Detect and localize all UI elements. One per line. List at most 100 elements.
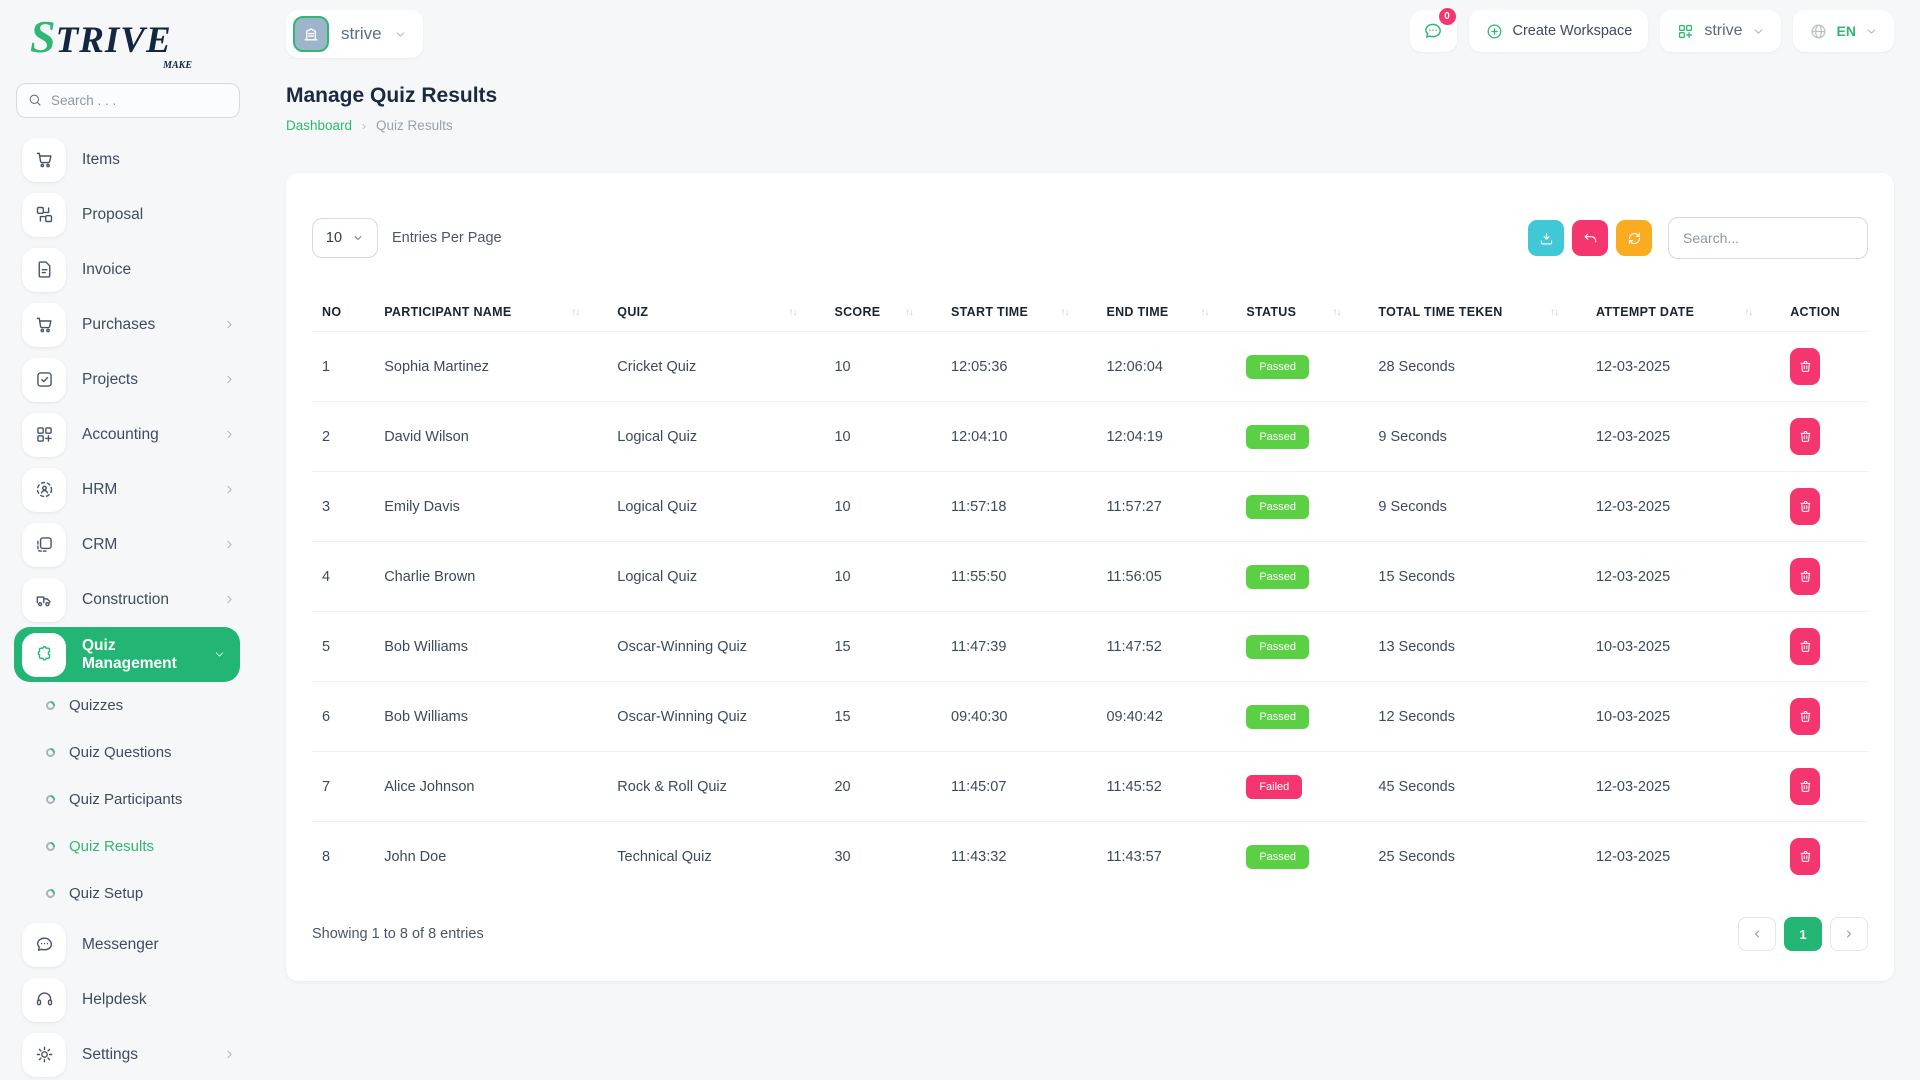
- language-selector[interactable]: EN: [1793, 10, 1894, 52]
- sidebar-item-label: Accounting: [82, 426, 159, 444]
- status-badge: Passed: [1246, 635, 1309, 659]
- sidebar-search-input[interactable]: [16, 83, 240, 118]
- sort-icon[interactable]: ↑↓: [571, 307, 579, 318]
- sidebar-item-helpdesk[interactable]: Helpdesk: [0, 972, 256, 1027]
- cell-start: 11:47:39: [941, 612, 1096, 682]
- workspace-selector[interactable]: strive: [286, 10, 423, 58]
- topbar: strive 0 Create Workspace strive: [256, 0, 1920, 58]
- sidebar-subitem-quiz-results[interactable]: Quiz Results: [0, 823, 256, 870]
- table-header: NOPARTICIPANT NAME↑↓QUIZ↑↓SCORE↑↓START T…: [312, 293, 1868, 332]
- cell-action: [1780, 332, 1868, 402]
- delete-row-button[interactable]: [1790, 418, 1820, 455]
- sidebar-item-settings[interactable]: Settings: [0, 1027, 256, 1080]
- cell-time-taken: 25 Seconds: [1368, 822, 1586, 892]
- delete-row-button[interactable]: [1790, 838, 1820, 875]
- sidebar-nav: ItemsProposal Invoice PurchasesProjects Acc…: [0, 128, 256, 1080]
- sidebar-item-quiz-management[interactable]: Quiz Management: [14, 627, 240, 682]
- sort-icon[interactable]: ↑↓: [905, 307, 913, 318]
- column-header-label: ATTEMPT DATE: [1596, 305, 1694, 319]
- breadcrumb-dashboard-link[interactable]: Dashboard: [286, 118, 352, 133]
- sidebar-subitem-quiz-questions[interactable]: Quiz Questions: [0, 729, 256, 776]
- chat-button[interactable]: 0: [1410, 10, 1457, 52]
- cell-name: David Wilson: [374, 402, 607, 472]
- cell-time-taken: 15 Seconds: [1368, 542, 1586, 612]
- cell-start: 12:05:36: [941, 332, 1096, 402]
- cell-status: Passed: [1236, 822, 1368, 892]
- sort-icon[interactable]: ↑↓: [1200, 307, 1208, 318]
- cell-start: 11:45:07: [941, 752, 1096, 822]
- sort-icon[interactable]: ↑↓: [1332, 307, 1340, 318]
- chevron-right-icon: [223, 593, 236, 606]
- delete-row-button[interactable]: [1790, 558, 1820, 595]
- cell-score: 15: [824, 682, 941, 752]
- column-header-action: ACTION: [1780, 293, 1868, 332]
- delete-row-button[interactable]: [1790, 698, 1820, 735]
- table-body: 1Sophia MartinezCricket Quiz1012:05:3612…: [312, 332, 1868, 892]
- refresh-button[interactable]: [1616, 220, 1652, 256]
- sidebar-subitem-quiz-setup[interactable]: Quiz Setup: [0, 870, 256, 917]
- sort-icon[interactable]: ↑↓: [1744, 307, 1752, 318]
- pagination-next-button[interactable]: [1830, 917, 1868, 951]
- sidebar-item-invoice[interactable]: Invoice: [0, 242, 256, 297]
- status-badge: Passed: [1246, 495, 1309, 519]
- grid-plus-icon: [1676, 22, 1695, 41]
- app-logo[interactable]: STRIVE MAKE: [0, 10, 220, 71]
- cell-name: John Doe: [374, 822, 607, 892]
- sidebar-item-purchases[interactable]: Purchases: [0, 297, 256, 352]
- cell-attempt-date: 10-03-2025: [1586, 612, 1780, 682]
- cell-quiz: Technical Quiz: [607, 822, 824, 892]
- cell-quiz: Cricket Quiz: [607, 332, 824, 402]
- sidebar-item-projects[interactable]: Projects: [0, 352, 256, 407]
- sidebar-item-messenger[interactable]: Messenger: [0, 917, 256, 972]
- sidebar-item-accounting[interactable]: Accounting: [0, 407, 256, 462]
- entries-per-page-label: Entries Per Page: [392, 230, 502, 246]
- sidebar-subitem-quiz-participants[interactable]: Quiz Participants: [0, 776, 256, 823]
- pagination-page-1-button[interactable]: 1: [1784, 917, 1822, 951]
- export-download-button[interactable]: [1528, 220, 1564, 256]
- delete-row-button[interactable]: [1790, 628, 1820, 665]
- chevron-right-icon: [223, 1048, 236, 1061]
- sidebar-item-crm[interactable]: CRM: [0, 517, 256, 572]
- sidebar-search: [16, 83, 240, 118]
- cell-score: 10: [824, 402, 941, 472]
- cell-name: Emily Davis: [374, 472, 607, 542]
- cell-quiz: Oscar-Winning Quiz: [607, 612, 824, 682]
- column-header-label: ACTION: [1790, 305, 1840, 319]
- table-row: 2David WilsonLogical Quiz1012:04:1012:04…: [312, 402, 1868, 472]
- sort-icon[interactable]: ↑↓: [788, 307, 796, 318]
- chevron-down-icon: [352, 232, 364, 244]
- cell-score: 30: [824, 822, 941, 892]
- pagination-prev-button[interactable]: [1738, 917, 1776, 951]
- sidebar-subitem-quizzes[interactable]: Quizzes: [0, 682, 256, 729]
- workspace-name: strive: [341, 24, 382, 44]
- delete-row-button[interactable]: [1790, 768, 1820, 805]
- cell-no: 3: [312, 472, 374, 542]
- cart-icon: [22, 303, 66, 347]
- workspace-building-icon: [293, 16, 329, 52]
- cell-attempt-date: 12-03-2025: [1586, 472, 1780, 542]
- cell-start: 12:04:10: [941, 402, 1096, 472]
- sidebar-item-label: Invoice: [82, 261, 131, 279]
- table-row: 8John DoeTechnical Quiz3011:43:3211:43:5…: [312, 822, 1868, 892]
- workspace-switcher[interactable]: strive: [1660, 10, 1780, 52]
- logo-letter: S: [30, 16, 56, 57]
- cell-status: Passed: [1236, 612, 1368, 682]
- chevron-left-icon: [1751, 928, 1763, 940]
- logo-text: TRIVE: [56, 19, 172, 62]
- sidebar-item-items[interactable]: Items: [0, 132, 256, 187]
- table-search-input[interactable]: [1668, 217, 1868, 259]
- sidebar-item-hrm[interactable]: HRM: [0, 462, 256, 517]
- delete-row-button[interactable]: [1790, 348, 1820, 385]
- sort-icon[interactable]: ↑↓: [1060, 307, 1068, 318]
- cell-no: 5: [312, 612, 374, 682]
- cell-time-taken: 13 Seconds: [1368, 612, 1586, 682]
- sidebar-item-construction[interactable]: Construction: [0, 572, 256, 627]
- delete-row-button[interactable]: [1790, 488, 1820, 525]
- entries-per-page-select[interactable]: 10: [312, 218, 378, 258]
- create-workspace-button[interactable]: Create Workspace: [1469, 10, 1649, 52]
- cell-action: [1780, 402, 1868, 472]
- sort-icon[interactable]: ↑↓: [1550, 307, 1558, 318]
- sidebar-item-label: Messenger: [82, 936, 159, 954]
- undo-button[interactable]: [1572, 220, 1608, 256]
- sidebar-item-proposal[interactable]: Proposal: [0, 187, 256, 242]
